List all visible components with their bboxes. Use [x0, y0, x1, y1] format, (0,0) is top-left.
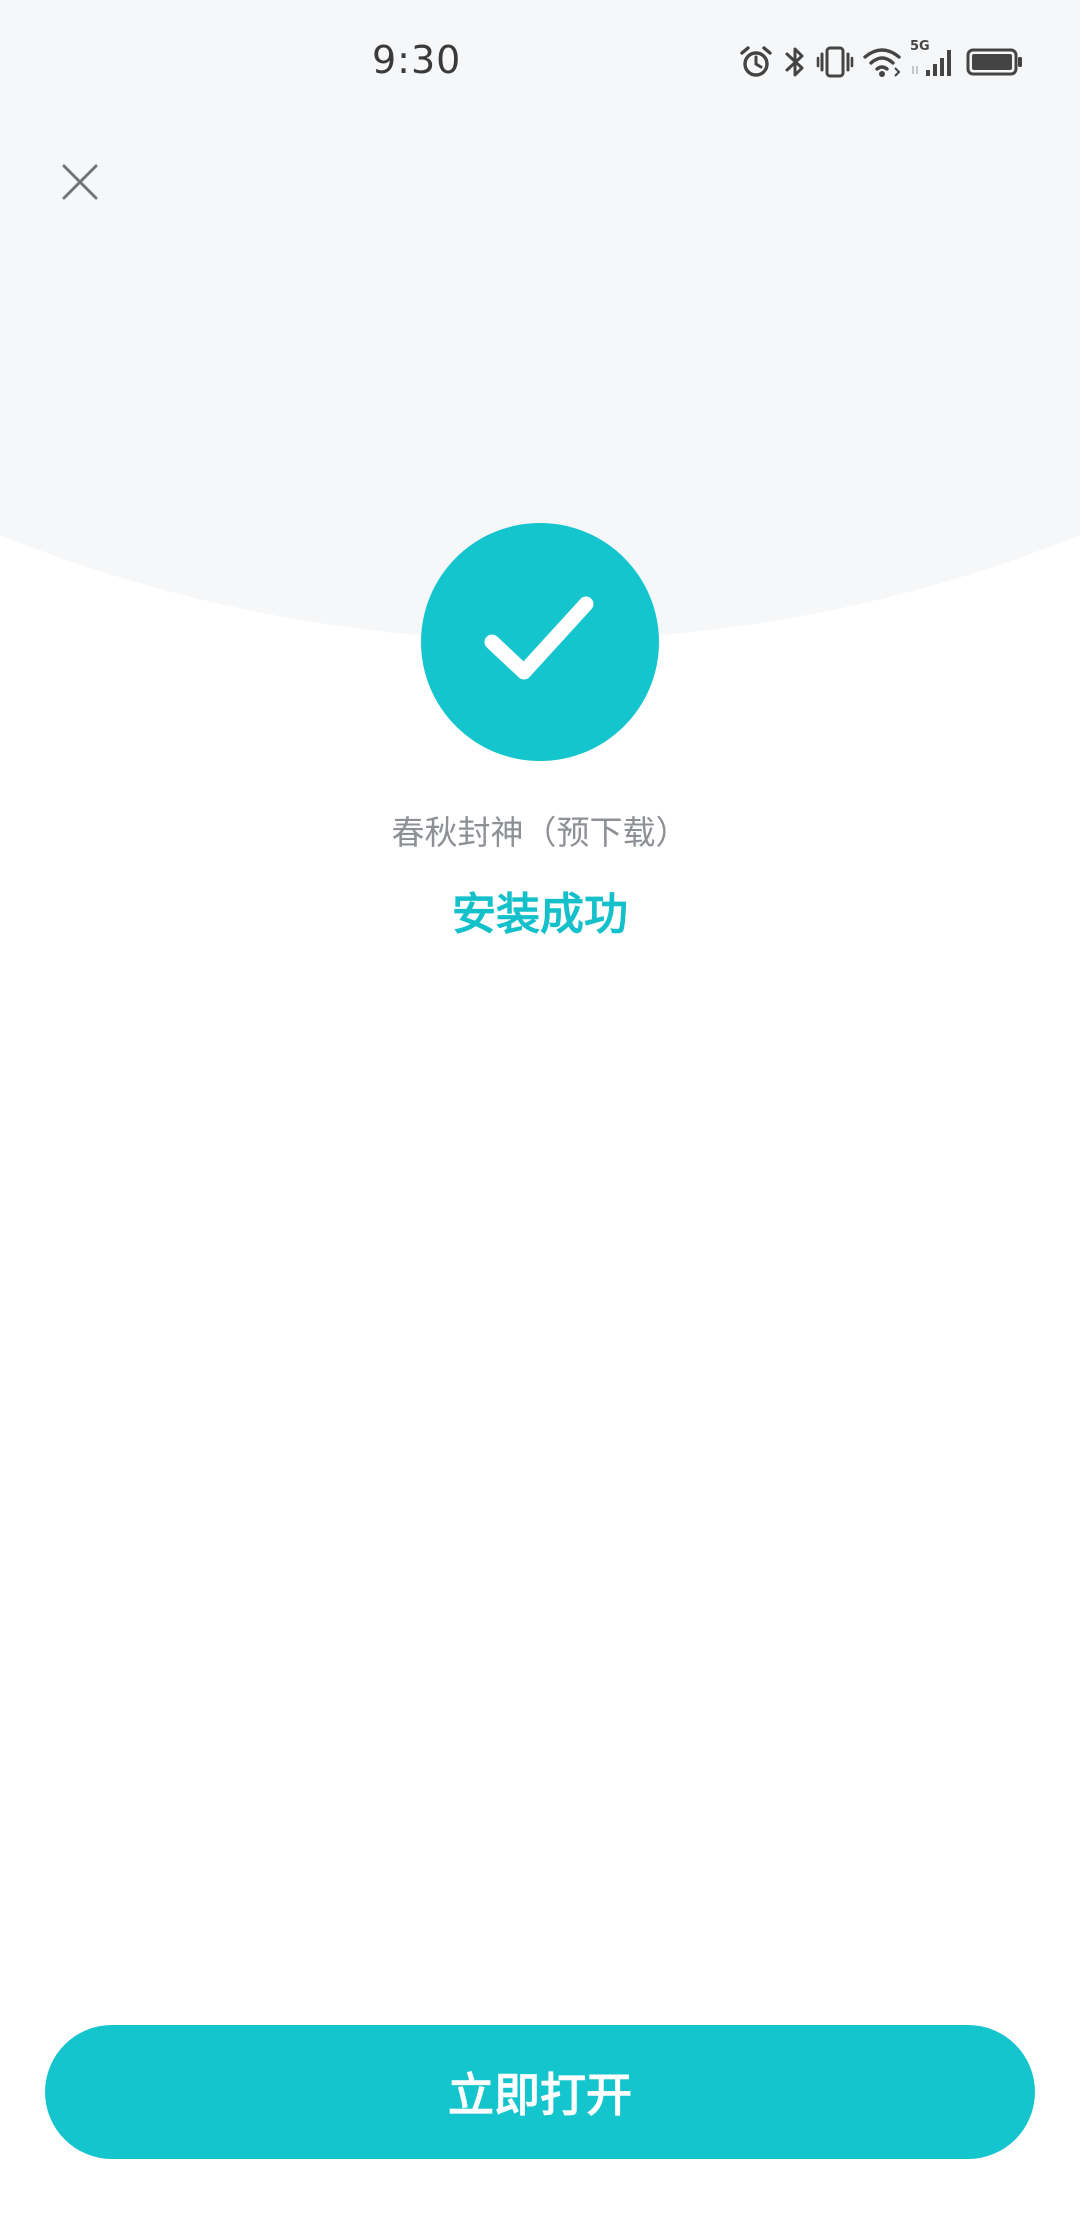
success-badge [421, 523, 659, 761]
close-button[interactable] [48, 152, 112, 216]
open-now-button[interactable]: 立即打开 [45, 2025, 1035, 2159]
battery-icon [966, 44, 1024, 80]
cellular-signal-icon: 5G [910, 40, 958, 80]
status-time: 9:30 [372, 38, 462, 82]
status-bar: 9:30 5G [0, 0, 1080, 120]
install-status-text: 安装成功 [452, 889, 628, 940]
bluetooth-icon [782, 44, 808, 80]
wifi-icon [862, 44, 902, 80]
vibrate-icon [816, 44, 854, 80]
install-success-screen: 9:30 5G 春秋封神（预下载） 安装成功 立即打开 [0, 0, 1080, 2228]
alarm-icon [738, 44, 774, 80]
app-name: 春秋封神（预下载） [391, 813, 689, 852]
status-icons: 5G [738, 40, 1024, 84]
close-icon [60, 162, 100, 206]
checkmark-icon [480, 590, 600, 694]
